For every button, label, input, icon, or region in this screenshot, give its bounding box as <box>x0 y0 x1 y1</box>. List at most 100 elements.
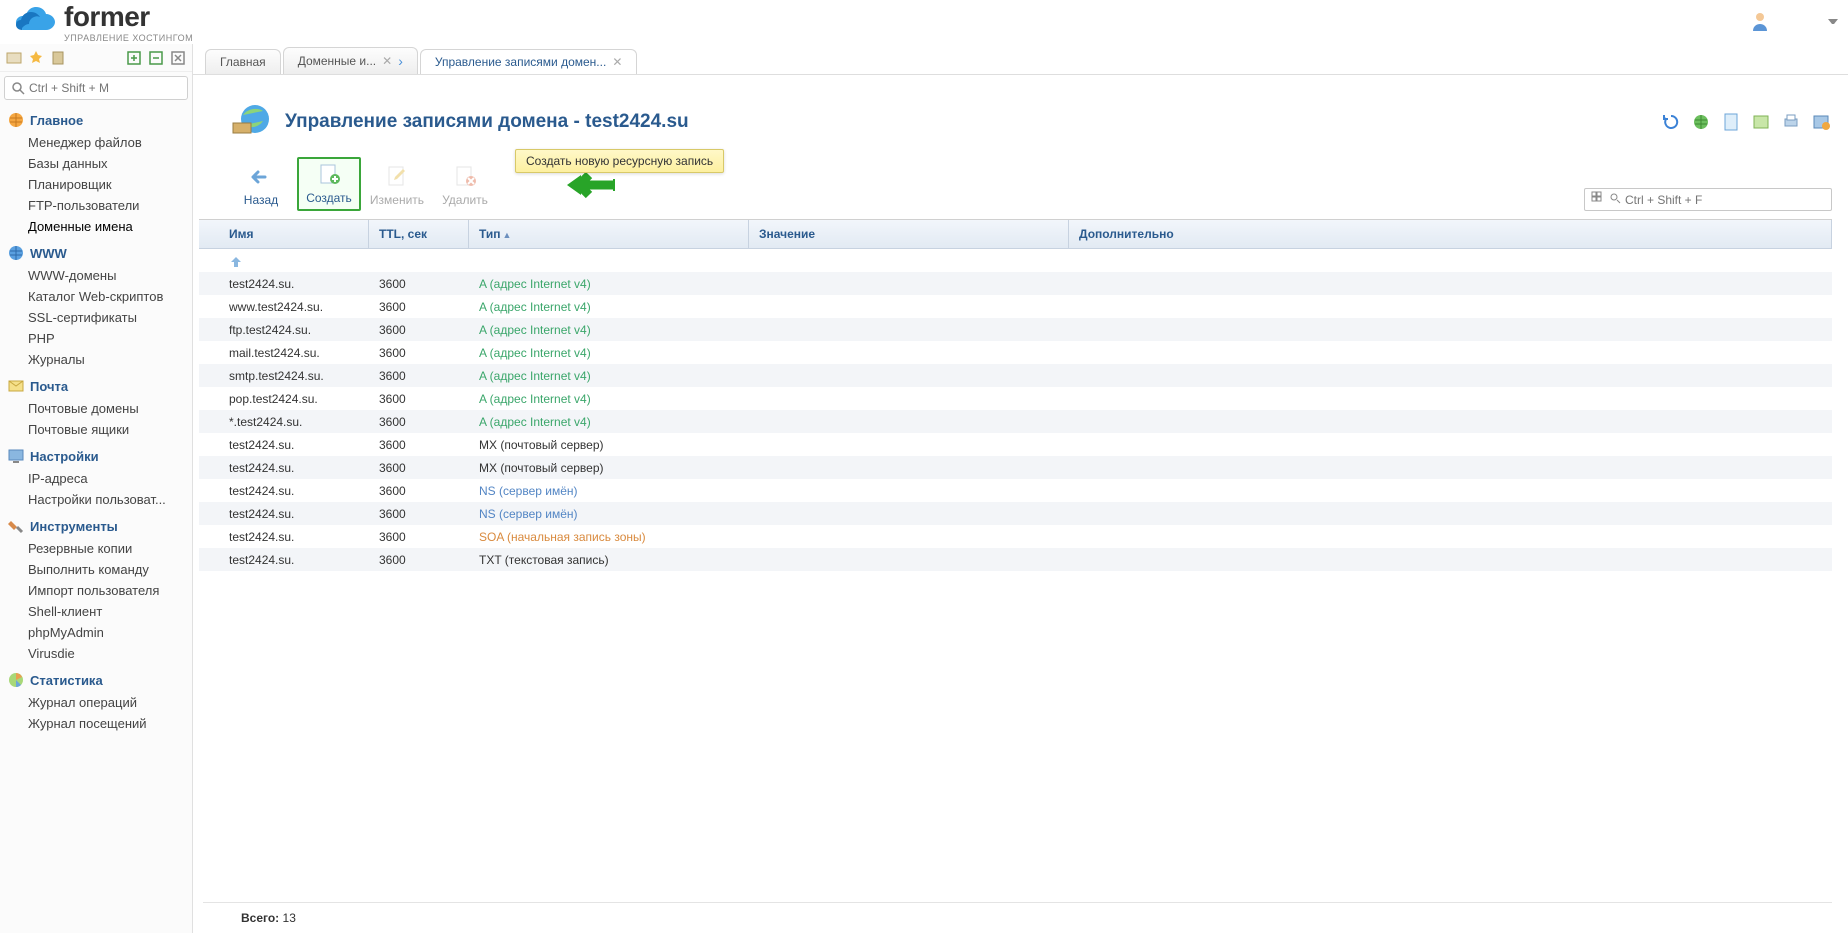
header-actions <box>1662 113 1832 131</box>
nav-item[interactable]: Резервные копии <box>0 538 192 559</box>
nav-item[interactable]: Импорт пользователя <box>0 580 192 601</box>
nav-item[interactable]: Базы данных <box>0 153 192 174</box>
column-name[interactable]: Имя <box>199 220 369 248</box>
tab[interactable]: Управление записями домен...✕ <box>420 49 638 75</box>
globe-blue-icon <box>8 245 24 261</box>
nav-item[interactable]: Журнал посещений <box>0 713 192 734</box>
create-button[interactable]: Создать <box>297 157 361 211</box>
sidebar-toolbar <box>0 44 192 72</box>
nav-section-5[interactable]: Статистика <box>0 668 192 692</box>
edit-button[interactable]: Изменить <box>365 161 429 211</box>
mail-icon <box>8 378 24 394</box>
logo-name: former <box>64 1 193 33</box>
nav-item[interactable]: Журнал операций <box>0 692 192 713</box>
close-icon[interactable]: ✕ <box>612 55 622 69</box>
tab[interactable]: Доменные и...✕› <box>283 47 418 74</box>
globe-orange-icon <box>8 112 24 128</box>
column-ttl[interactable]: TTL, сек <box>369 220 469 248</box>
nav-section-2[interactable]: Почта <box>0 374 192 398</box>
nav-section-3[interactable]: Настройки <box>0 444 192 468</box>
collapse-icon[interactable] <box>146 48 166 68</box>
arrow-left-icon <box>247 165 275 189</box>
column-value[interactable]: Значение <box>749 220 1069 248</box>
table-row[interactable]: test2424.su.3600MX (почтовый сервер) <box>199 456 1832 479</box>
table-row[interactable]: test2424.su.3600NS (сервер имён) <box>199 479 1832 502</box>
content-area: ГлавнаяДоменные и...✕›Управление записям… <box>193 44 1848 933</box>
page-plus-icon <box>315 163 343 187</box>
print-icon[interactable] <box>1782 113 1802 131</box>
table-row[interactable]: test2424.su.3600SOA (начальная запись зо… <box>199 525 1832 548</box>
chevron-right-icon: › <box>398 53 403 69</box>
nav-item[interactable]: Почтовые домены <box>0 398 192 419</box>
nav-item[interactable]: Журналы <box>0 349 192 370</box>
page-title: Управление записями домена - test2424.su <box>285 111 689 133</box>
table-row[interactable]: www.test2424.su.3600A (адрес Internet v4… <box>199 295 1832 318</box>
nav-item[interactable]: PHP <box>0 328 192 349</box>
nav-item[interactable]: SSL-сертификаты <box>0 307 192 328</box>
logo-tagline: УПРАВЛЕНИЕ ХОСТИНГОМ <box>64 33 193 43</box>
sidebar-search-input[interactable] <box>29 81 184 95</box>
back-button[interactable]: Назад <box>229 161 293 211</box>
nav-item[interactable]: Shell-клиент <box>0 601 192 622</box>
column-type[interactable]: Тип▲ <box>469 220 749 248</box>
expand-icon[interactable] <box>124 48 144 68</box>
highlight-arrow-icon <box>563 171 615 199</box>
page-title-icon <box>229 103 273 141</box>
nav-item[interactable]: phpMyAdmin <box>0 622 192 643</box>
nav-section-0[interactable]: Главное <box>0 108 192 132</box>
tools-icon <box>8 518 24 534</box>
nav-section-4[interactable]: Инструменты <box>0 514 192 538</box>
toolbar-icon-1[interactable] <box>4 48 24 68</box>
action-bar: Назад Создать Изменить Удалить Создать н… <box>193 153 1848 219</box>
table-row[interactable]: smtp.test2424.su.3600A (адрес Internet v… <box>199 364 1832 387</box>
delete-button[interactable]: Удалить <box>433 161 497 211</box>
nav-section-1[interactable]: WWW <box>0 241 192 265</box>
nav-item[interactable]: Менеджер файлов <box>0 132 192 153</box>
table-row[interactable]: mail.test2424.su.3600A (адрес Internet v… <box>199 341 1832 364</box>
user-dropdown[interactable] <box>1828 19 1838 25</box>
logo-cloud-icon <box>10 6 56 38</box>
clipboard2-icon[interactable] <box>1722 113 1742 131</box>
table-row[interactable]: test2424.su.3600TXT (текстовая запись) <box>199 548 1832 571</box>
table-row[interactable]: test2424.su.3600MX (почтовый сервер) <box>199 433 1832 456</box>
parent-row[interactable] <box>199 249 1832 272</box>
column-extra[interactable]: Дополнительно <box>1069 220 1832 248</box>
navigation: ГлавноеМенеджер файловБазы данныхПланиро… <box>0 104 192 933</box>
filter-input[interactable] <box>1625 193 1825 207</box>
settings-icon[interactable] <box>1812 113 1832 131</box>
tab[interactable]: Главная <box>205 49 281 74</box>
nav-item[interactable]: FTP-пользователи <box>0 195 192 216</box>
table-row[interactable]: ftp.test2424.su.3600A (адрес Internet v4… <box>199 318 1832 341</box>
globe-green-icon[interactable] <box>1692 113 1712 131</box>
nav-item[interactable]: Настройки пользоват... <box>0 489 192 510</box>
nav-item[interactable]: Virusdie <box>0 643 192 664</box>
star-icon[interactable] <box>26 48 46 68</box>
table-row[interactable]: test2424.su.3600A (адрес Internet v4) <box>199 272 1832 295</box>
nav-item[interactable]: IP-адреса <box>0 468 192 489</box>
clipboard-icon[interactable] <box>48 48 68 68</box>
nav-item[interactable]: Почтовые ящики <box>0 419 192 440</box>
search-icon <box>11 81 25 95</box>
nav-item[interactable]: Планировщик <box>0 174 192 195</box>
nav-item[interactable]: Выполнить команду <box>0 559 192 580</box>
grid-footer: Всего: 13 <box>203 902 1832 933</box>
page-edit-icon <box>383 165 411 189</box>
nav-item[interactable]: Доменные имена <box>0 216 192 237</box>
reload-icon[interactable] <box>1662 113 1682 131</box>
table-row[interactable]: test2424.su.3600NS (сервер имён) <box>199 502 1832 525</box>
close-panel-icon[interactable] <box>168 48 188 68</box>
nav-item[interactable]: Каталог Web-скриптов <box>0 286 192 307</box>
table-row[interactable]: pop.test2424.su.3600A (адрес Internet v4… <box>199 387 1832 410</box>
close-icon[interactable]: ✕ <box>382 54 392 68</box>
chart-icon <box>8 672 24 688</box>
user-icon[interactable] <box>1750 11 1770 34</box>
records-grid: Имя TTL, сек Тип▲ Значение Дополнительно… <box>199 219 1832 571</box>
export-icon[interactable] <box>1752 113 1772 131</box>
create-tooltip: Создать новую ресурсную запись <box>515 149 724 173</box>
nav-item[interactable]: WWW-домены <box>0 265 192 286</box>
logo: former УПРАВЛЕНИЕ ХОСТИНГОМ <box>10 1 193 43</box>
filter-box[interactable] <box>1584 188 1832 211</box>
sidebar-search[interactable] <box>4 76 188 100</box>
table-row[interactable]: *.test2424.su.3600A (адрес Internet v4) <box>199 410 1832 433</box>
filter-grid-icon <box>1591 191 1605 208</box>
